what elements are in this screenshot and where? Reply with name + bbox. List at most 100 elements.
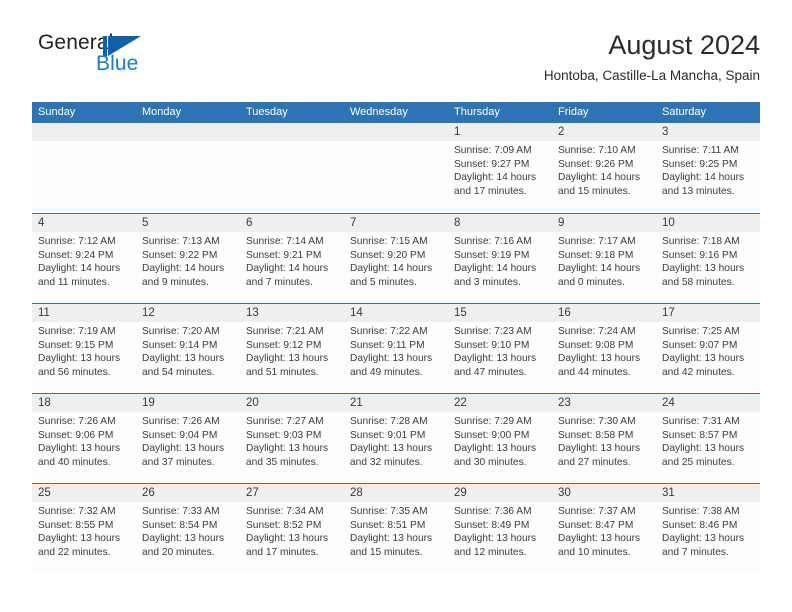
day-details: Sunrise: 7:14 AM Sunset: 9:21 PM Daylight:… (240, 232, 344, 302)
calendar-day-cell[interactable]: 8 Sunrise: 7:16 AM Sunset: 9:19 PM Daylight… (448, 214, 552, 303)
daylight-duration-line1: Daylight: 13 hours (350, 353, 433, 365)
daylight-duration-line2: and 0 minutes. (558, 276, 625, 288)
sunset-time: Sunset: 9:01 PM (350, 429, 426, 441)
weekday-header-monday: Monday (142, 106, 182, 118)
day-details: Sunrise: 7:26 AM Sunset: 9:04 PM Daylight:… (136, 412, 240, 482)
daylight-duration-line2: and 51 minutes. (246, 366, 319, 378)
day-details: Sunrise: 7:33 AM Sunset: 8:54 PM Daylight:… (136, 502, 240, 572)
weekday-header-tuesday: Tuesday (246, 106, 288, 118)
day-number: 17 (656, 304, 760, 322)
sunrise-time: Sunrise: 7:23 AM (454, 326, 532, 337)
day-details: Sunrise: 7:12 AM Sunset: 9:24 PM Daylight:… (32, 232, 136, 302)
calendar-page: General Blue August 2024 Hontoba, Castil… (0, 0, 792, 612)
daylight-duration-line1: Daylight: 13 hours (662, 263, 745, 275)
calendar-day-cell[interactable]: 7 Sunrise: 7:15 AM Sunset: 9:20 PM Daylight… (344, 214, 448, 303)
day-details: Sunrise: 7:30 AM Sunset: 8:58 PM Daylight:… (552, 412, 656, 482)
daylight-duration-line2: and 12 minutes. (454, 546, 527, 558)
calendar-day-cell[interactable]: 23 Sunrise: 7:30 AM Sunset: 8:58 PM Dayligh… (552, 394, 656, 483)
calendar-day-cell[interactable]: 13 Sunrise: 7:21 AM Sunset: 9:12 PM Dayligh… (240, 304, 344, 393)
day-details: Sunrise: 7:16 AM Sunset: 9:19 PM Daylight:… (448, 232, 552, 302)
sunset-time: Sunset: 8:49 PM (454, 519, 530, 531)
calendar-day-cell[interactable]: 19 Sunrise: 7:26 AM Sunset: 9:04 PM Dayligh… (136, 394, 240, 483)
daylight-duration-line1: Daylight: 13 hours (142, 353, 225, 365)
daylight-duration-line1: Daylight: 13 hours (662, 353, 745, 365)
day-number: 26 (136, 484, 240, 502)
calendar-day-cell[interactable]: 25 Sunrise: 7:32 AM Sunset: 8:55 PM Dayligh… (32, 484, 136, 573)
weekday-header-wednesday: Wednesday (350, 106, 408, 118)
day-details: Sunrise: 7:26 AM Sunset: 9:06 PM Daylight:… (32, 412, 136, 482)
calendar-day-cell[interactable]: 26 Sunrise: 7:33 AM Sunset: 8:54 PM Dayligh… (136, 484, 240, 573)
calendar-day-cell[interactable]: 15 Sunrise: 7:23 AM Sunset: 9:10 PM Dayligh… (448, 304, 552, 393)
sunrise-time: Sunrise: 7:34 AM (246, 506, 324, 517)
calendar-day-cell[interactable]: 3 Sunrise: 7:11 AM Sunset: 9:25 PM Daylight… (656, 123, 760, 213)
sunset-time: Sunset: 8:46 PM (662, 519, 738, 531)
calendar-week-row: 4 Sunrise: 7:12 AM Sunset: 9:24 PM Daylight… (32, 213, 760, 303)
calendar-day-cell[interactable]: 14 Sunrise: 7:22 AM Sunset: 9:11 PM Dayligh… (344, 304, 448, 393)
sunrise-time: Sunrise: 7:38 AM (662, 506, 740, 517)
daylight-duration-line1: Daylight: 13 hours (454, 353, 537, 365)
day-details: Sunrise: 7:34 AM Sunset: 8:52 PM Daylight:… (240, 502, 344, 572)
sunrise-time: Sunrise: 7:13 AM (142, 236, 220, 247)
daylight-duration-line1: Daylight: 14 hours (454, 172, 537, 184)
brand-logo[interactable]: General Blue (38, 32, 218, 88)
sunrise-time: Sunrise: 7:35 AM (350, 506, 428, 517)
daylight-duration-line1: Daylight: 14 hours (558, 263, 641, 275)
sunset-time: Sunset: 9:11 PM (350, 339, 425, 351)
calendar-day-cell[interactable]: 6 Sunrise: 7:14 AM Sunset: 9:21 PM Daylight… (240, 214, 344, 303)
calendar-day-cell[interactable]: 22 Sunrise: 7:29 AM Sunset: 9:00 PM Dayligh… (448, 394, 552, 483)
daylight-duration-line1: Daylight: 13 hours (246, 533, 329, 545)
calendar-day-cell[interactable]: 9 Sunrise: 7:17 AM Sunset: 9:18 PM Daylight… (552, 214, 656, 303)
day-number: 9 (552, 214, 656, 232)
day-details: Sunrise: 7:19 AM Sunset: 9:15 PM Daylight:… (32, 322, 136, 392)
calendar-day-cell[interactable]: 10 Sunrise: 7:18 AM Sunset: 9:16 PM Dayligh… (656, 214, 760, 303)
sunset-time: Sunset: 9:24 PM (38, 249, 114, 261)
calendar-day-cell[interactable]: 1 Sunrise: 7:09 AM Sunset: 9:27 PM Daylight… (448, 123, 552, 213)
sunset-time: Sunset: 9:07 PM (662, 339, 738, 351)
calendar-day-cell[interactable]: 11 Sunrise: 7:19 AM Sunset: 9:15 PM Dayligh… (32, 304, 136, 393)
calendar-day-cell[interactable]: 24 Sunrise: 7:31 AM Sunset: 8:57 PM Dayligh… (656, 394, 760, 483)
daylight-duration-line2: and 17 minutes. (454, 185, 527, 197)
daylight-duration-line1: Daylight: 13 hours (454, 443, 537, 455)
daylight-duration-line2: and 42 minutes. (662, 366, 735, 378)
day-number: 19 (136, 394, 240, 412)
calendar-day-cell[interactable]: 17 Sunrise: 7:25 AM Sunset: 9:07 PM Dayligh… (656, 304, 760, 393)
daylight-duration-line1: Daylight: 14 hours (350, 263, 433, 275)
sunrise-time: Sunrise: 7:28 AM (350, 416, 428, 427)
day-details: Sunrise: 7:27 AM Sunset: 9:03 PM Daylight:… (240, 412, 344, 482)
calendar-day-cell[interactable]: 20 Sunrise: 7:27 AM Sunset: 9:03 PM Dayligh… (240, 394, 344, 483)
calendar-day-cell[interactable]: 30 Sunrise: 7:37 AM Sunset: 8:47 PM Dayligh… (552, 484, 656, 573)
sunset-time: Sunset: 9:14 PM (142, 339, 218, 351)
day-details: Sunrise: 7:13 AM Sunset: 9:22 PM Daylight:… (136, 232, 240, 302)
day-number: 1 (448, 123, 552, 141)
calendar-day-cell[interactable]: 29 Sunrise: 7:36 AM Sunset: 8:49 PM Dayligh… (448, 484, 552, 573)
calendar-day-cell[interactable]: 18 Sunrise: 7:26 AM Sunset: 9:06 PM Dayligh… (32, 394, 136, 483)
day-number: 15 (448, 304, 552, 322)
day-number: 20 (240, 394, 344, 412)
calendar-day-cell[interactable]: 12 Sunrise: 7:20 AM Sunset: 9:14 PM Dayligh… (136, 304, 240, 393)
calendar-day-cell[interactable]: 27 Sunrise: 7:34 AM Sunset: 8:52 PM Dayligh… (240, 484, 344, 573)
day-details: Sunrise: 7:25 AM Sunset: 9:07 PM Daylight:… (656, 322, 760, 392)
calendar-day-cell[interactable]: 21 Sunrise: 7:28 AM Sunset: 9:01 PM Dayligh… (344, 394, 448, 483)
day-number: 31 (656, 484, 760, 502)
calendar-day-cell[interactable]: 4 Sunrise: 7:12 AM Sunset: 9:24 PM Daylight… (32, 214, 136, 303)
sunrise-time: Sunrise: 7:25 AM (662, 326, 740, 337)
sunrise-time: Sunrise: 7:30 AM (558, 416, 636, 427)
daylight-duration-line2: and 9 minutes. (142, 276, 209, 288)
sunrise-time: Sunrise: 7:36 AM (454, 506, 532, 517)
calendar-day-cell[interactable]: 31 Sunrise: 7:38 AM Sunset: 8:46 PM Dayligh… (656, 484, 760, 573)
calendar-day-cell[interactable]: 28 Sunrise: 7:35 AM Sunset: 8:51 PM Dayligh… (344, 484, 448, 573)
sunset-time: Sunset: 9:27 PM (454, 158, 530, 170)
calendar-day-cell-empty (240, 123, 344, 213)
day-details: Sunrise: 7:29 AM Sunset: 9:00 PM Daylight:… (448, 412, 552, 482)
calendar-day-cell[interactable]: 5 Sunrise: 7:13 AM Sunset: 9:22 PM Daylight… (136, 214, 240, 303)
day-number: 5 (136, 214, 240, 232)
sunrise-time: Sunrise: 7:26 AM (142, 416, 220, 427)
daylight-duration-line2: and 25 minutes. (662, 456, 735, 468)
location-subtitle: Hontoba, Castille-La Mancha, Spain (543, 68, 760, 83)
daylight-duration-line1: Daylight: 13 hours (246, 353, 329, 365)
calendar-day-cell[interactable]: 2 Sunrise: 7:10 AM Sunset: 9:26 PM Daylight… (552, 123, 656, 213)
daylight-duration-line2: and 5 minutes. (350, 276, 417, 288)
sunrise-time: Sunrise: 7:19 AM (38, 326, 116, 337)
day-number (344, 123, 448, 141)
calendar-day-cell[interactable]: 16 Sunrise: 7:24 AM Sunset: 9:08 PM Dayligh… (552, 304, 656, 393)
